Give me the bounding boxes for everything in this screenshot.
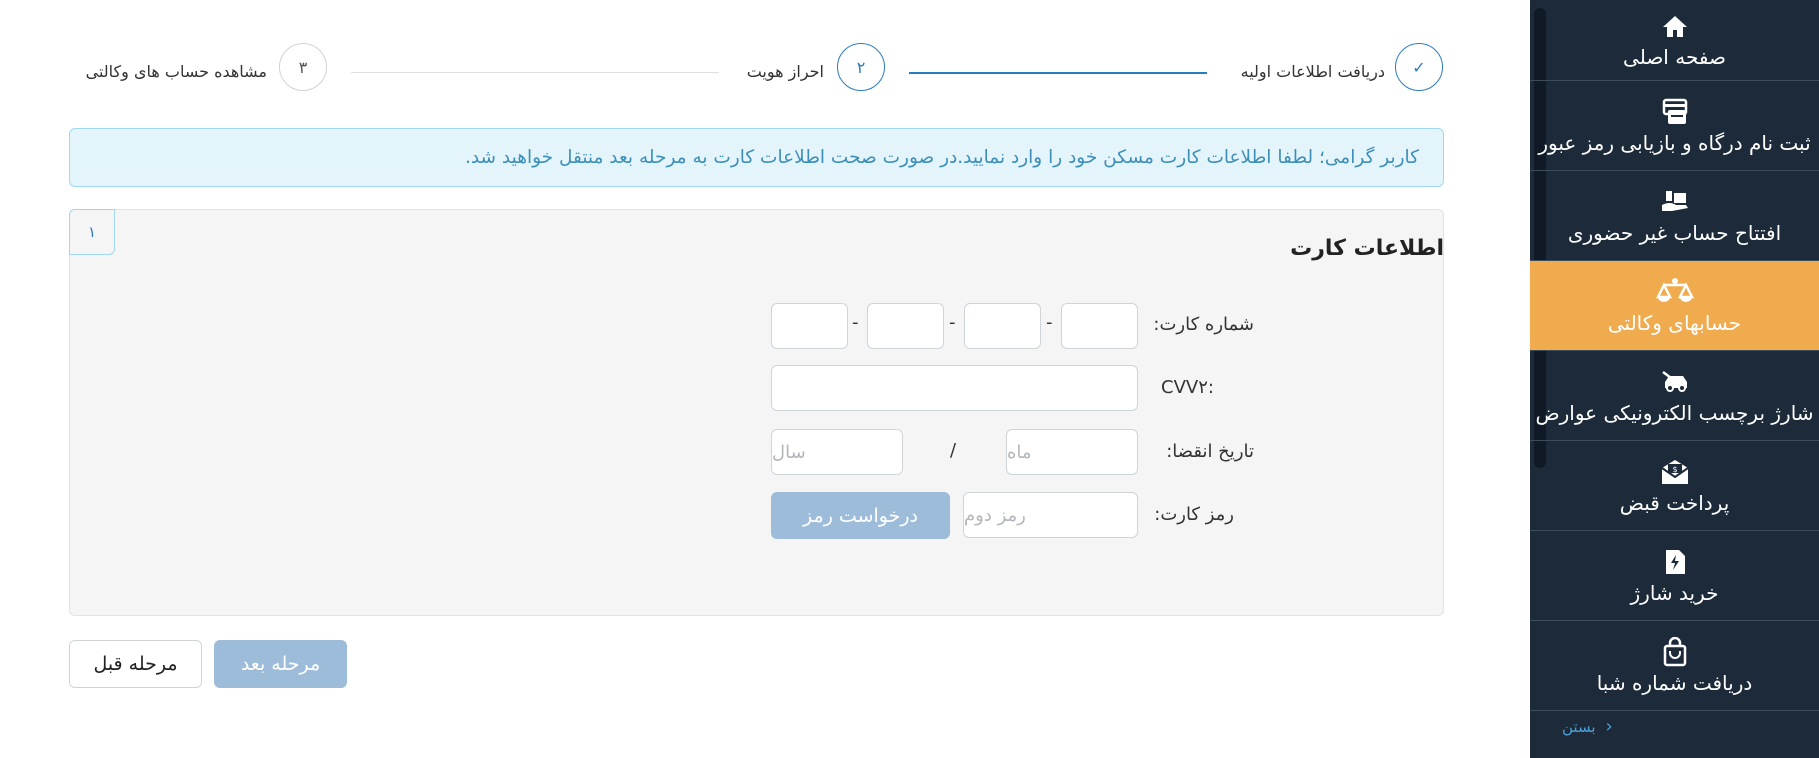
svg-text:$: $ [1672, 465, 1677, 474]
scales-icon [1655, 277, 1694, 307]
sidebar-close-label: بستن [1562, 717, 1596, 736]
card-separator: - [852, 312, 859, 333]
step-1-label: دریافت اطلاعات اولیه [1240, 62, 1385, 81]
sidebar-item-label: پرداخت قبض [1619, 490, 1730, 515]
step-connector-pending [351, 72, 719, 73]
card-info-title: اطلاعات کارت [1290, 236, 1444, 261]
open-account-icon [1660, 187, 1690, 217]
second-pin-input[interactable]: رمز دوم [963, 492, 1138, 538]
sidebar-item-gateway-register[interactable]: ثبت نام درگاه و بازیابی رمز عبور [1530, 81, 1819, 171]
sidebar-item-label: ثبت نام درگاه و بازیابی رمز عبور [1538, 130, 1811, 155]
sidebar-item-label: خرید شارژ [1630, 580, 1719, 605]
step-2-label: احراز هویت [746, 62, 824, 81]
step-1-circle: ✓ [1395, 43, 1443, 91]
section-number-badge: ۱ [69, 209, 115, 255]
request-pin-button[interactable]: درخواست رمز [771, 492, 950, 539]
section-number: ۱ [87, 223, 97, 241]
car-tag-icon [1659, 367, 1691, 397]
shopping-bag-icon [1662, 636, 1688, 667]
step-connector-done [909, 72, 1207, 74]
expiry-month-input[interactable]: ماه [1006, 429, 1138, 475]
card-info-panel [69, 209, 1444, 616]
info-alert: کاربر گرامی؛ لطفا اطلاعات کارت مسکن خود … [69, 128, 1444, 187]
card-number-part-3[interactable] [867, 303, 944, 349]
sidebar-item-label: افتتاح حساب غیر حضوری [1567, 220, 1782, 245]
sidebar-item-proxy-accounts[interactable]: حسابهای وکالتی [1530, 261, 1819, 351]
sidebar-item-open-account[interactable]: افتتاح حساب غیر حضوری [1530, 171, 1819, 261]
info-alert-text: کاربر گرامی؛ لطفا اطلاعات کارت مسکن خود … [464, 147, 1419, 168]
cvv2-input[interactable] [771, 365, 1138, 411]
card-separator: - [1046, 312, 1053, 333]
expiry-separator: / [950, 440, 957, 461]
card-number-part-1[interactable] [1061, 303, 1138, 349]
card-number-part-2[interactable] [964, 303, 1041, 349]
sidebar-item-buy-charge[interactable]: خرید شارژ [1530, 531, 1819, 621]
bill-envelope-icon: $ [1659, 457, 1691, 487]
next-step-button[interactable]: مرحله بعد [214, 640, 347, 688]
sidebar-item-label: حسابهای وکالتی [1607, 310, 1742, 335]
sidebar-item-label: شارژ برچسب الکترونیکی عوارض [1535, 400, 1814, 425]
cvv2-label: CVV۲: [1161, 377, 1214, 398]
card-number-label: شماره کارت: [1153, 314, 1254, 335]
sidebar-close-button[interactable]: ‹ بستن [1562, 716, 1613, 737]
step-3-label: مشاهده حساب های وکالتی [85, 62, 267, 81]
step-3-number: ۳ [298, 57, 308, 77]
card-separator: - [949, 312, 956, 333]
prev-step-button[interactable]: مرحله قبل [69, 640, 202, 688]
expiry-label: تاریخ انقضا: [1166, 441, 1254, 462]
cvv2-label-text: CVV۲ [1161, 377, 1208, 398]
step-3-circle: ۳ [279, 43, 327, 91]
sim-charge-icon [1663, 547, 1687, 577]
step-2-number: ۲ [856, 57, 866, 77]
pin-label: رمز کارت: [1154, 504, 1234, 525]
check-icon: ✓ [1412, 57, 1426, 77]
sidebar-item-sheba[interactable]: دریافت شماره شبا [1530, 621, 1819, 711]
sidebar-item-label: صفحه اصلی [1623, 45, 1726, 69]
home-icon [1662, 11, 1688, 41]
sidebar-item-toll-tag[interactable]: شارژ برچسب الکترونیکی عوارض [1530, 351, 1819, 441]
page-root: صفحه اصلی ثبت نام درگاه و بازیابی رمز عب… [0, 0, 1819, 758]
chevron-left-icon: ‹ [1605, 716, 1613, 737]
card-register-icon [1660, 97, 1690, 127]
sidebar-item-bill-payment[interactable]: $ پرداخت قبض [1530, 441, 1819, 531]
sidebar-item-label: دریافت شماره شبا [1596, 670, 1753, 695]
card-number-part-4[interactable] [771, 303, 848, 349]
expiry-year-input[interactable]: سال [771, 429, 903, 475]
sidebar: صفحه اصلی ثبت نام درگاه و بازیابی رمز عب… [1530, 0, 1819, 758]
sidebar-item-home[interactable]: صفحه اصلی [1530, 0, 1819, 81]
step-2-circle: ۲ [837, 43, 885, 91]
